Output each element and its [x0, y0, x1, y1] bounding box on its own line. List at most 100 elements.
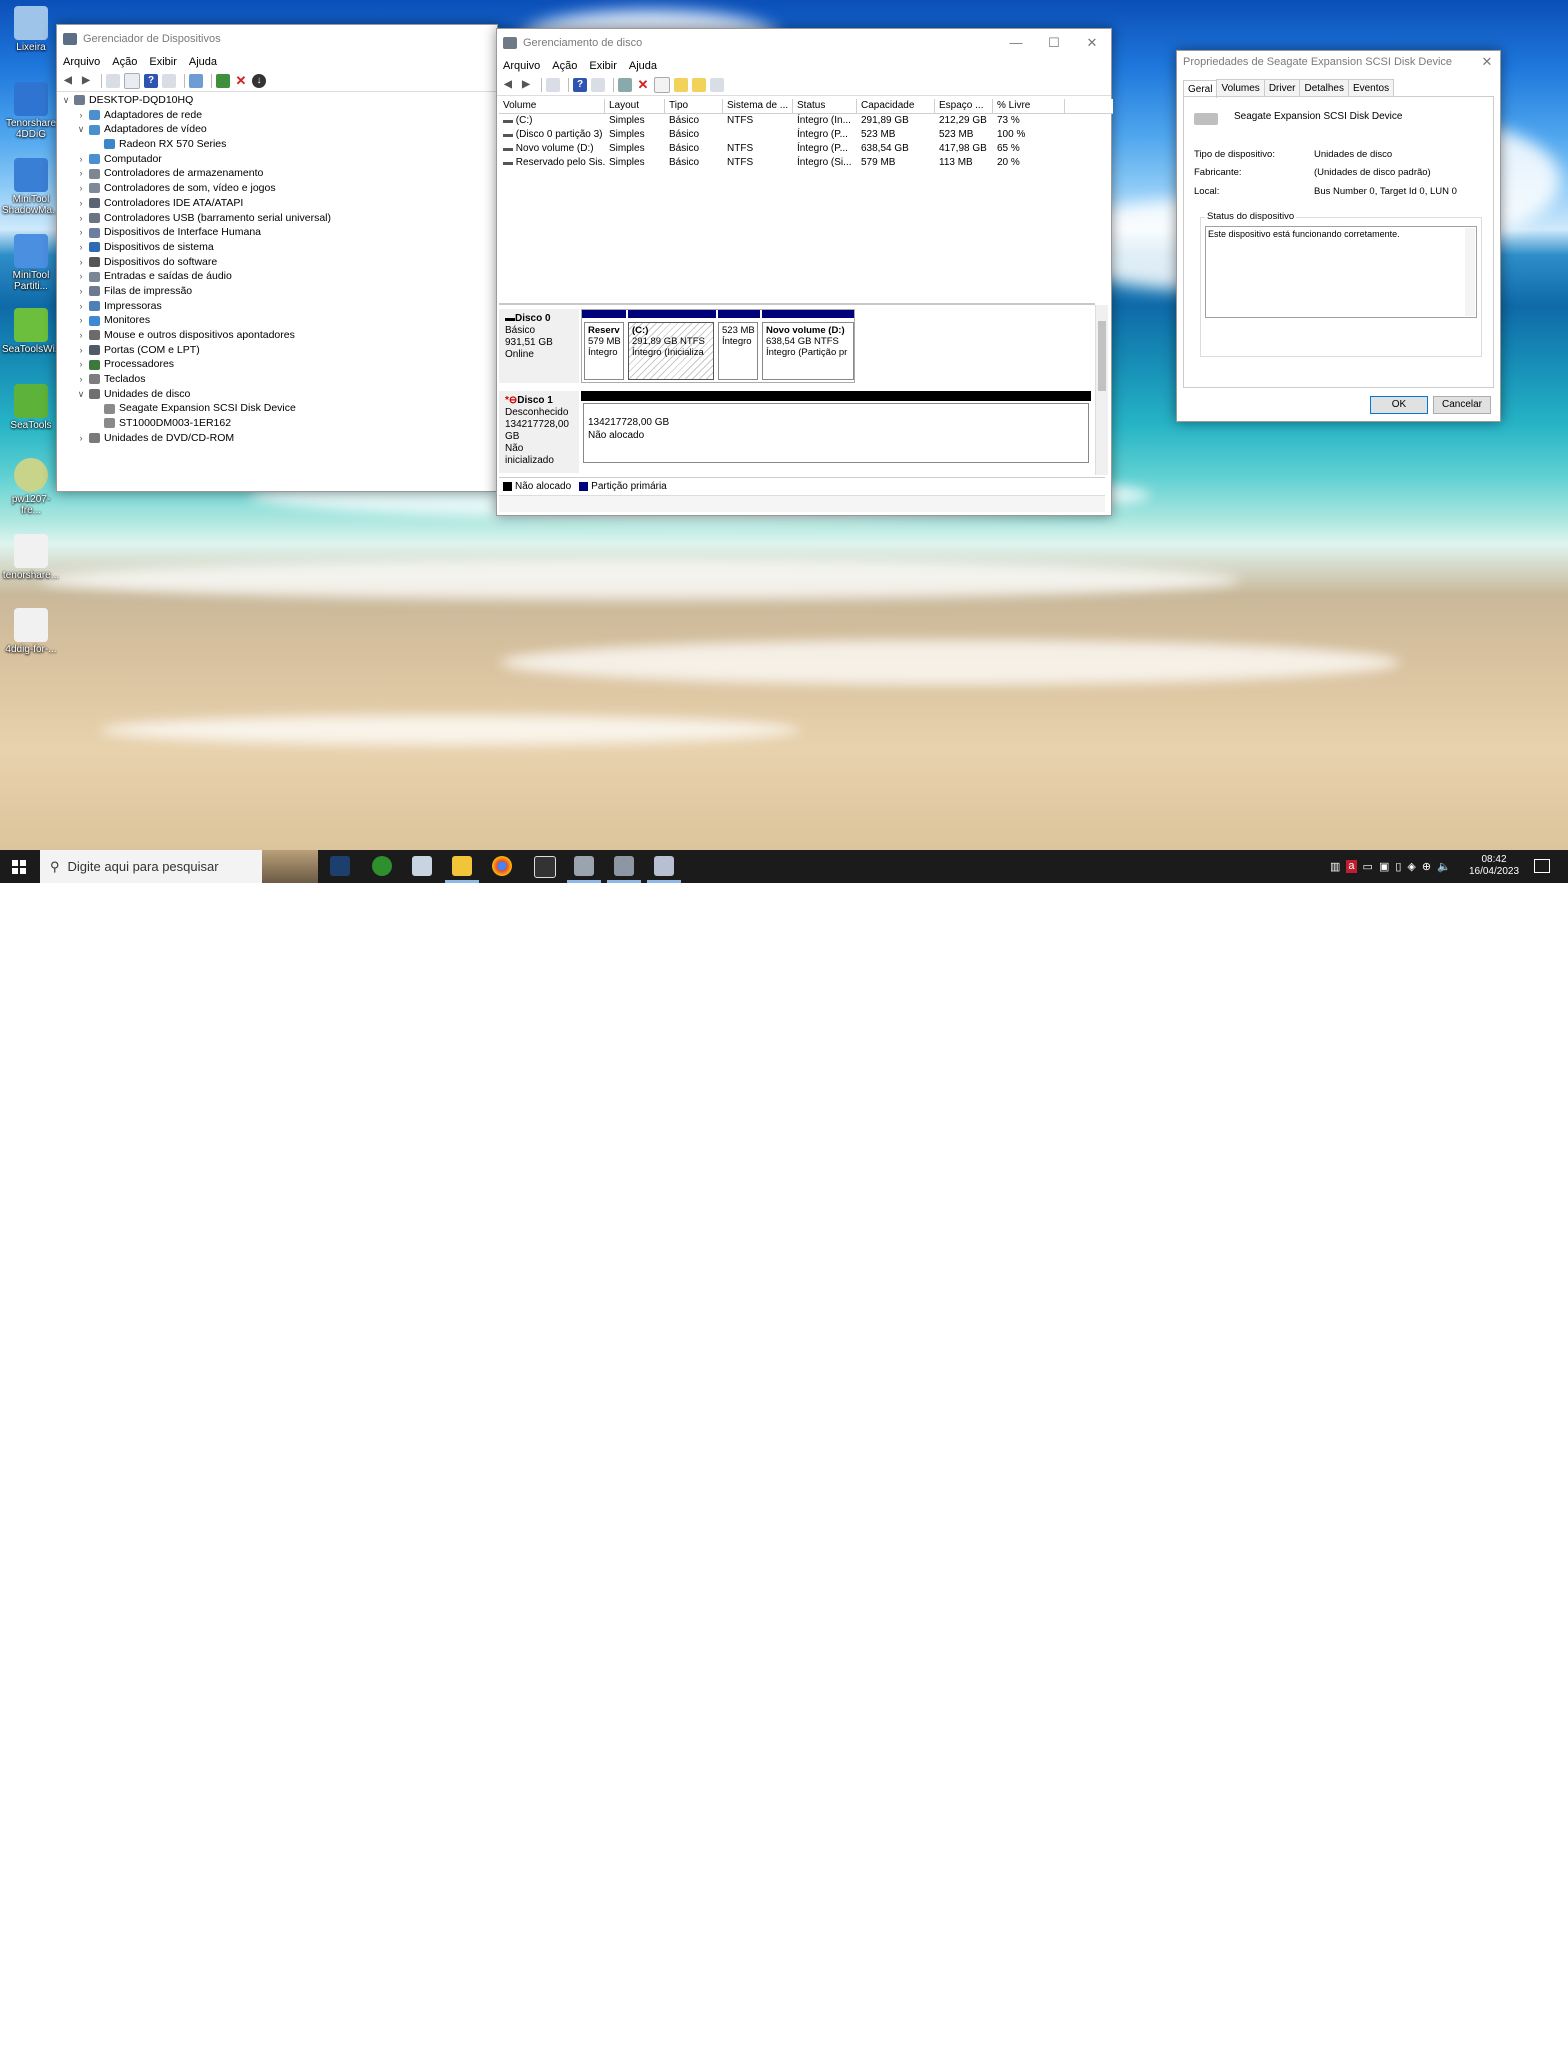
tree-node[interactable]: › Controladores IDE ATA/ATAPI	[57, 196, 497, 211]
menu-exibir[interactable]: Exibir	[589, 60, 617, 72]
chevron-down-icon[interactable]: ∨	[76, 387, 86, 402]
table-row[interactable]: ▬ Novo volume (D:) Simples Básico NTFS Ínteg…	[499, 142, 1113, 156]
minimize-button[interactable]: —	[997, 35, 1035, 51]
tree-node[interactable]: › Teclados	[57, 372, 497, 387]
desktop-icon-tenorshare-setup[interactable]: tenorshare...	[2, 534, 60, 581]
tab-detalhes[interactable]: Detalhes	[1299, 79, 1349, 97]
close-button[interactable]: ✕	[1073, 35, 1111, 51]
maximize-button[interactable]: ☐	[1035, 35, 1073, 51]
notifications-icon[interactable]	[1534, 859, 1550, 873]
list-view-icon[interactable]	[591, 78, 605, 92]
scan-hardware-icon[interactable]	[189, 74, 203, 88]
chevron-right-icon[interactable]: ›	[76, 284, 86, 299]
tree-node[interactable]: › Monitores	[57, 313, 497, 328]
ok-button[interactable]: OK	[1370, 396, 1428, 414]
menu-acao[interactable]: Ação	[552, 60, 577, 72]
partition-reserved[interactable]: Reserv 579 MB Íntegro	[584, 322, 624, 380]
properties-grid-icon[interactable]	[546, 78, 560, 92]
chevron-down-icon[interactable]: ∨	[61, 93, 71, 108]
device-manager-titlebar[interactable]: Gerenciador de Dispositivos	[57, 25, 497, 53]
folder-search-icon[interactable]	[692, 78, 706, 92]
shield-icon[interactable]: ◈	[1407, 860, 1415, 873]
desktop-icon-pw1207[interactable]: pw1207-fre...	[2, 458, 60, 516]
chevron-right-icon[interactable]: ›	[76, 343, 86, 358]
security-icon[interactable]: ⊕	[1422, 860, 1431, 873]
desktop-icon-recycle-bin[interactable]: Lixeira	[2, 6, 60, 53]
tree-node[interactable]: › Dispositivos de sistema	[57, 240, 497, 255]
tree-node[interactable]: › Impressoras	[57, 299, 497, 314]
uninstall-x-icon[interactable]: ✕	[234, 74, 248, 88]
col-status[interactable]: Status	[793, 99, 857, 113]
disk-management-titlebar[interactable]: Gerenciamento de disco — ☐ ✕	[497, 29, 1111, 57]
display-icon[interactable]: ▣	[1379, 860, 1389, 873]
col-livre[interactable]: % Livre	[993, 99, 1065, 113]
col-capacidade[interactable]: Capacidade	[857, 99, 935, 113]
col-layout[interactable]: Layout	[605, 99, 665, 113]
device-manager-taskbar-icon[interactable]	[574, 856, 594, 876]
partition-c[interactable]: (C:) 291,89 GB NTFS Íntegro (Inicializa	[628, 322, 714, 380]
menu-ajuda[interactable]: Ajuda	[189, 56, 217, 68]
tree-node[interactable]: › Adaptadores de rede	[57, 108, 497, 123]
menu-arquivo[interactable]: Arquivo	[63, 56, 100, 68]
tree-node[interactable]: › Controladores USB (barramento serial un…	[57, 211, 497, 226]
desktop-icon-4ddig-setup[interactable]: 4ddig-for-...	[2, 608, 60, 655]
tab-driver[interactable]: Driver	[1263, 79, 1301, 97]
close-button[interactable]: ✕	[1474, 54, 1500, 70]
desktop-icon-seatools[interactable]: SeaTools	[2, 384, 60, 431]
back-arrow-icon[interactable]: ◀	[61, 74, 75, 88]
network-monitor-icon[interactable]: ▭	[1363, 860, 1373, 873]
forward-arrow-icon[interactable]: ▶	[519, 78, 533, 92]
document-icon[interactable]	[124, 73, 140, 89]
chevron-down-icon[interactable]: ∨	[76, 122, 86, 137]
desktop-icon-minitool-partition[interactable]: MiniTool Partiti...	[2, 234, 60, 292]
col-tipo[interactable]: Tipo	[665, 99, 723, 113]
chevron-right-icon[interactable]: ›	[76, 152, 86, 167]
textbox-scrollbar[interactable]	[1465, 228, 1475, 316]
help-icon[interactable]: ?	[144, 74, 158, 88]
table-row[interactable]: ▬ (C:) Simples Básico NTFS Íntegro (In... 291…	[499, 114, 1113, 128]
tree-node[interactable]: Seagate Expansion SCSI Disk Device	[57, 401, 497, 416]
tree-node[interactable]: ∨ DESKTOP-DQD10HQ	[57, 93, 497, 108]
update-driver-icon[interactable]	[216, 74, 230, 88]
tree-node[interactable]: › Entradas e saídas de áudio	[57, 269, 497, 284]
volume-icon[interactable]: 🔈	[1437, 860, 1451, 873]
tab-volumes[interactable]: Volumes	[1216, 79, 1265, 97]
forward-arrow-icon[interactable]: ▶	[79, 74, 93, 88]
disk-management-taskbar-icon[interactable]	[614, 856, 634, 876]
table-row[interactable]: ▬ (Disco 0 partição 3) Simples Básico Ínteg…	[499, 128, 1113, 142]
connect-icon[interactable]	[618, 78, 632, 92]
menu-exibir[interactable]: Exibir	[149, 56, 177, 68]
partition-d[interactable]: Novo volume (D:) 638,54 GB NTFS Íntegro …	[762, 322, 854, 380]
search-box[interactable]: ⚲ Digite aqui para pesquisar	[40, 850, 318, 883]
usb-icon[interactable]: ▯	[1395, 860, 1401, 873]
chevron-right-icon[interactable]: ›	[76, 166, 86, 181]
tree-node[interactable]: ∨ Unidades de disco	[57, 387, 497, 402]
clapperboard-icon[interactable]	[534, 856, 556, 878]
back-arrow-icon[interactable]: ◀	[501, 78, 515, 92]
status-textbox[interactable]: Este dispositivo está funcionando corret…	[1205, 226, 1477, 318]
chevron-right-icon[interactable]: ›	[76, 181, 86, 196]
tree-node[interactable]: › Dispositivos do software	[57, 255, 497, 270]
chrome-icon[interactable]	[492, 856, 512, 876]
amd-icon[interactable]: a	[1346, 860, 1357, 873]
chevron-right-icon[interactable]: ›	[76, 313, 86, 328]
chevron-right-icon[interactable]: ›	[76, 328, 86, 343]
unallocated-area[interactable]: 134217728,00 GB Não alocado	[583, 403, 1089, 463]
clock[interactable]: 08:42 16/04/2023	[1466, 854, 1522, 878]
menu-ajuda[interactable]: Ajuda	[629, 60, 657, 72]
download-icon[interactable]: ↓	[252, 74, 266, 88]
chevron-right-icon[interactable]: ›	[76, 372, 86, 387]
chevron-right-icon[interactable]: ›	[76, 225, 86, 240]
chevron-right-icon[interactable]: ›	[76, 196, 86, 211]
disk0-label[interactable]: ▬Disco 0 Básico 931,51 GB Online	[499, 309, 579, 383]
tree-node[interactable]: › Controladores de som, vídeo e jogos	[57, 181, 497, 196]
cancel-button[interactable]: Cancelar	[1433, 396, 1491, 414]
chevron-right-icon[interactable]: ›	[76, 431, 86, 446]
app-window-icon[interactable]	[412, 856, 432, 876]
chevron-right-icon[interactable]: ›	[76, 269, 86, 284]
delete-x-icon[interactable]: ✕	[636, 78, 650, 92]
details-view-icon[interactable]	[710, 78, 724, 92]
scrollbar-thumb[interactable]	[1098, 321, 1106, 391]
audio-meter-icon[interactable]: ▥	[1330, 860, 1340, 873]
properties-grid-icon[interactable]	[106, 74, 120, 88]
